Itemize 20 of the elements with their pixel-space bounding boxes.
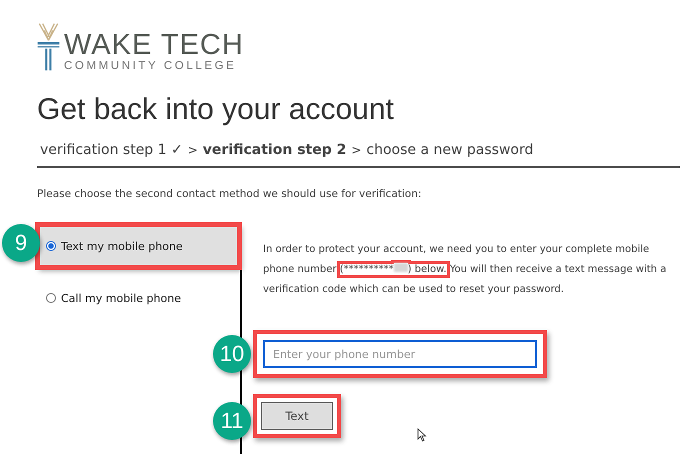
- instruction-text: Please choose the second contact method we should use for verification:: [37, 188, 422, 200]
- breadcrumb-step: choose a new password: [366, 142, 534, 158]
- callout-badge: 9: [2, 224, 40, 262]
- radio-button[interactable]: [46, 293, 56, 303]
- contact-option[interactable]: Call my mobile phone: [37, 276, 240, 320]
- breadcrumb-step: verification step 2: [202, 142, 346, 158]
- breadcrumb-step: verification step 1 ✓: [40, 142, 183, 158]
- breadcrumb-separator: >: [351, 143, 362, 157]
- radio-button[interactable]: [46, 241, 56, 251]
- message-text: In order to protect your account, we need you to enter your complete mobile phone number (********** ) below. You will then receive a text message with a verification code which can be used to reset your password.: [263, 243, 668, 297]
- college-tagline: COMMUNITY COLLEGE: [64, 59, 238, 73]
- callout-badge: 11: [213, 402, 251, 440]
- pointer-icon: [417, 428, 427, 442]
- phone-input-field[interactable]: Enter your phone number: [263, 340, 537, 368]
- contact-option[interactable]: Text my mobile phone: [37, 224, 240, 268]
- breadcrumb-separator: >: [188, 143, 198, 157]
- callout-badge: 10: [213, 335, 251, 373]
- college-name: WAKE TECH: [64, 31, 244, 59]
- text-button[interactable]: Text: [261, 402, 333, 430]
- page-title: Get back into your account: [37, 92, 395, 128]
